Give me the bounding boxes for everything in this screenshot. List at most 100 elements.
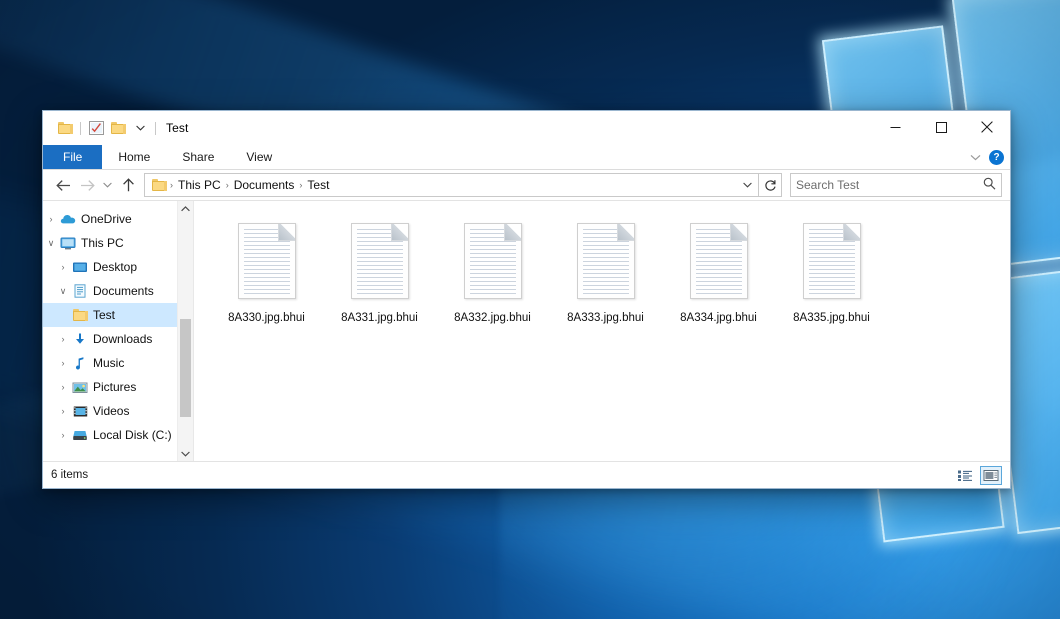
window-controls: [872, 111, 1010, 143]
document-icon: [71, 284, 89, 298]
chevron-right-icon[interactable]: ›: [55, 430, 71, 440]
file-name: 8A330.jpg.bhui: [228, 311, 305, 325]
folder-icon[interactable]: [54, 117, 76, 139]
sidebar-item-onedrive[interactable]: › OneDrive: [43, 207, 193, 231]
sidebar-item-label: Videos: [89, 404, 129, 418]
navigation-scrollbar[interactable]: [177, 201, 193, 461]
large-icons-view-button[interactable]: [980, 466, 1002, 485]
sidebar-item-videos[interactable]: › Videos: [43, 399, 193, 423]
new-folder-icon[interactable]: [107, 117, 129, 139]
toolbar-separator: [80, 122, 81, 135]
monitor-icon: [59, 237, 77, 250]
breadcrumb[interactable]: › This PC › Documents › Test: [144, 173, 759, 197]
sidebar-item-this-pc[interactable]: ∨ This PC: [43, 231, 193, 255]
window-title: Test: [166, 121, 188, 135]
forward-button[interactable]: [75, 173, 99, 197]
generic-file-icon: [796, 217, 868, 305]
list-item[interactable]: 8A332.jpg.bhui: [436, 211, 549, 335]
navigation-tree: › OneDrive ∨ This PC ›: [43, 201, 193, 447]
search-icon[interactable]: [983, 177, 996, 193]
desktop-icon: [71, 261, 89, 274]
scrollbar-thumb[interactable]: [180, 319, 191, 417]
music-icon: [71, 356, 89, 370]
close-button[interactable]: [964, 111, 1010, 143]
maximize-button[interactable]: [918, 111, 964, 143]
chevron-right-icon[interactable]: ›: [55, 334, 71, 344]
sidebar-item-label: Desktop: [89, 260, 137, 274]
file-grid: 8A330.jpg.bhui 8A331.jpg.bhui 8A332.jpg.…: [194, 201, 1010, 335]
breadcrumb-item-test[interactable]: Test: [303, 178, 333, 192]
chevron-right-icon[interactable]: ›: [43, 214, 59, 224]
sidebar-item-label: Music: [89, 356, 124, 370]
sidebar-item-local-disk-c[interactable]: › Local Disk (C:): [43, 423, 193, 447]
sidebar-item-test[interactable]: Test: [43, 303, 193, 327]
list-item[interactable]: 8A330.jpg.bhui: [210, 211, 323, 335]
chevron-right-icon[interactable]: ›: [55, 406, 71, 416]
chevron-down-icon[interactable]: ∨: [55, 286, 71, 297]
tab-home[interactable]: Home: [102, 145, 166, 169]
back-button[interactable]: [51, 173, 75, 197]
sidebar-item-documents[interactable]: ∨ Documents: [43, 279, 193, 303]
sidebar-item-desktop[interactable]: › Desktop: [43, 255, 193, 279]
list-item[interactable]: 8A331.jpg.bhui: [323, 211, 436, 335]
properties-icon[interactable]: [85, 117, 107, 139]
video-icon: [71, 405, 89, 418]
chevron-down-icon[interactable]: [970, 148, 981, 166]
ribbon-tab-bar: File Home Share View ?: [43, 145, 1010, 170]
sidebar-item-downloads[interactable]: › Downloads: [43, 327, 193, 351]
list-item[interactable]: 8A335.jpg.bhui: [775, 211, 888, 335]
chevron-right-icon[interactable]: ›: [55, 262, 71, 272]
chevron-right-icon[interactable]: ›: [55, 382, 71, 392]
file-explorer-window: Test File Home Share View ?: [42, 110, 1011, 489]
generic-file-icon: [344, 217, 416, 305]
file-name: 8A332.jpg.bhui: [454, 311, 531, 325]
generic-file-icon: [231, 217, 303, 305]
address-dropdown-icon[interactable]: [739, 175, 756, 195]
generic-file-icon: [570, 217, 642, 305]
sidebar-item-pictures[interactable]: › Pictures: [43, 375, 193, 399]
view-mode-buttons: [954, 466, 1002, 485]
search-input[interactable]: Search Test: [790, 173, 1002, 197]
navigation-pane: › OneDrive ∨ This PC ›: [43, 201, 194, 461]
sidebar-item-music[interactable]: › Music: [43, 351, 193, 375]
item-count-label: 6 items: [51, 469, 88, 481]
picture-icon: [71, 381, 89, 394]
list-item[interactable]: 8A333.jpg.bhui: [549, 211, 662, 335]
status-bar: 6 items: [43, 461, 1010, 488]
tab-file[interactable]: File: [43, 145, 102, 169]
up-button[interactable]: [116, 173, 140, 197]
breadcrumb-item-this-pc[interactable]: This PC: [174, 178, 225, 192]
details-view-button[interactable]: [954, 466, 976, 485]
sidebar-item-label: Local Disk (C:): [89, 428, 172, 442]
ribbon-right-controls: ?: [970, 145, 1004, 169]
scroll-up-button[interactable]: [178, 201, 193, 216]
drive-icon: [71, 429, 89, 442]
generic-file-icon: [683, 217, 755, 305]
file-name: 8A335.jpg.bhui: [793, 311, 870, 325]
download-icon: [71, 332, 89, 346]
chevron-right-icon[interactable]: ›: [55, 358, 71, 368]
file-list-view[interactable]: 8A330.jpg.bhui 8A331.jpg.bhui 8A332.jpg.…: [194, 201, 1010, 461]
folder-icon: [150, 179, 169, 191]
file-name: 8A333.jpg.bhui: [567, 311, 644, 325]
sidebar-item-label: Test: [89, 308, 115, 322]
chevron-down-icon[interactable]: ∨: [43, 238, 59, 249]
folder-icon: [71, 309, 89, 321]
tab-view[interactable]: View: [230, 145, 288, 169]
toolbar-separator: [155, 122, 156, 135]
file-name: 8A334.jpg.bhui: [680, 311, 757, 325]
quick-access-toolbar: Test: [43, 117, 188, 139]
chevron-down-icon[interactable]: [129, 117, 151, 139]
refresh-button[interactable]: [759, 173, 782, 197]
breadcrumb-item-documents[interactable]: Documents: [230, 178, 299, 192]
cloud-icon: [59, 213, 77, 225]
sidebar-item-label: Downloads: [89, 332, 152, 346]
minimize-button[interactable]: [872, 111, 918, 143]
sidebar-item-label: OneDrive: [77, 212, 132, 226]
tab-share[interactable]: Share: [166, 145, 230, 169]
help-icon[interactable]: ?: [989, 150, 1004, 165]
recent-locations-button[interactable]: [99, 173, 116, 197]
scroll-down-button[interactable]: [178, 446, 193, 461]
list-item[interactable]: 8A334.jpg.bhui: [662, 211, 775, 335]
search-placeholder: Search Test: [796, 178, 983, 192]
